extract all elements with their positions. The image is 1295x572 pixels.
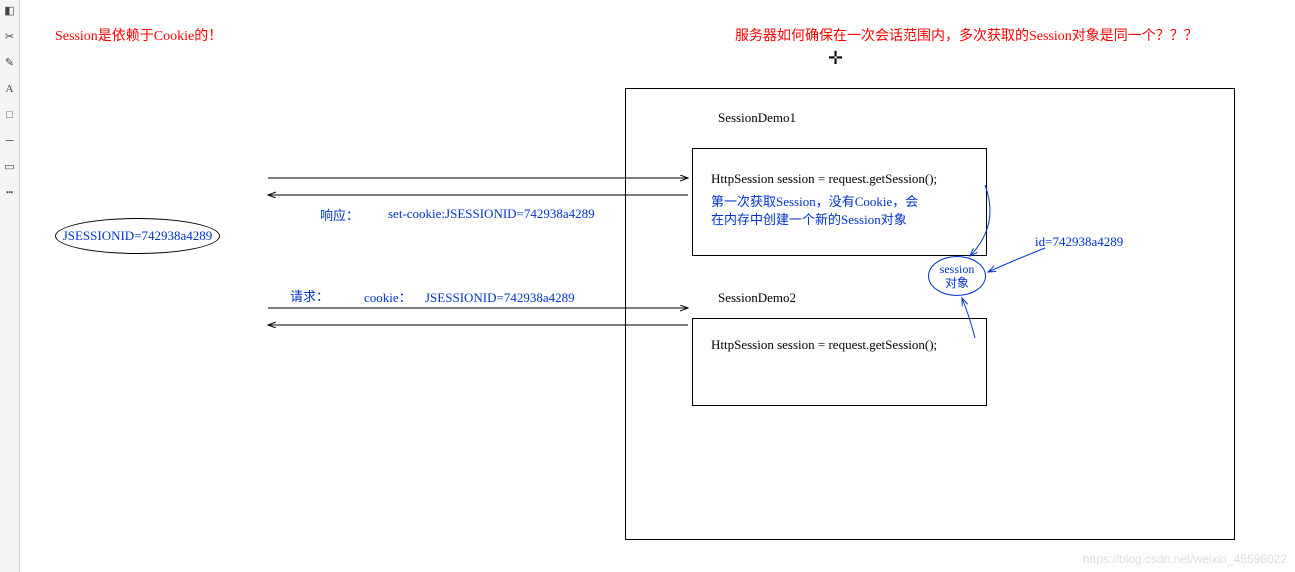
demo1-note-line1: 第一次获取Session，没有Cookie，会 — [711, 194, 918, 209]
request-cookie-label: cookie： — [364, 287, 412, 306]
dotted-icon[interactable]: ┅ — [3, 186, 17, 200]
rect-icon[interactable]: ▭ — [3, 160, 17, 174]
response-label: 响应： — [320, 205, 359, 224]
demo1-title: SessionDemo1 — [718, 110, 796, 126]
client-cookie-ellipse: JSESSIONID=742938a4289 — [55, 218, 220, 254]
demo2-code: HttpSession session = request.getSession… — [711, 337, 974, 353]
request-label: 请求： — [290, 286, 329, 305]
eraser-icon[interactable]: ◧ — [3, 4, 17, 18]
note-session-cookie: Session是依赖于Cookie的！ — [55, 25, 222, 45]
request-cookie-value: JSESSIONID=742938a4289 — [425, 290, 575, 306]
demo1-code: HttpSession session = request.getSession… — [711, 171, 974, 187]
watermark: https://blog.csdn.net/weixin_45596022 — [1083, 552, 1287, 566]
demo2-title: SessionDemo2 — [718, 290, 796, 306]
demo2-box: HttpSession session = request.getSession… — [692, 318, 987, 406]
pencil-icon[interactable]: ✎ — [3, 56, 17, 70]
demo1-box: HttpSession session = request.getSession… — [692, 148, 987, 256]
crop-icon[interactable]: ✂ — [3, 30, 17, 44]
demo1-note-line2: 在内存中创建一个新的Session对象 — [711, 212, 907, 227]
demo1-note: 第一次获取Session，没有Cookie，会 在内存中创建一个新的Sessio… — [711, 193, 974, 229]
editor-toolbar: ◧ ✂ ✎ A □ ─ ▭ ┅ — [0, 0, 20, 572]
client-cookie-label: JSESSIONID=742938a4289 — [63, 228, 213, 244]
text-icon[interactable]: A — [3, 82, 17, 96]
select-icon[interactable]: □ — [3, 108, 17, 122]
session-object-line1: session — [940, 262, 975, 276]
session-object-line2: 对象 — [945, 276, 969, 290]
crosshair-cursor-icon: ✛ — [828, 48, 843, 69]
line-icon[interactable]: ─ — [3, 134, 17, 148]
session-object-ellipse: session 对象 — [928, 256, 986, 296]
note-server-question: 服务器如何确保在一次会话范围内，多次获取的Session对象是同一个？？？ — [735, 25, 1198, 45]
response-header: set-cookie:JSESSIONID=742938a4289 — [388, 206, 595, 222]
session-id-label: id=742938a4289 — [1035, 234, 1123, 250]
